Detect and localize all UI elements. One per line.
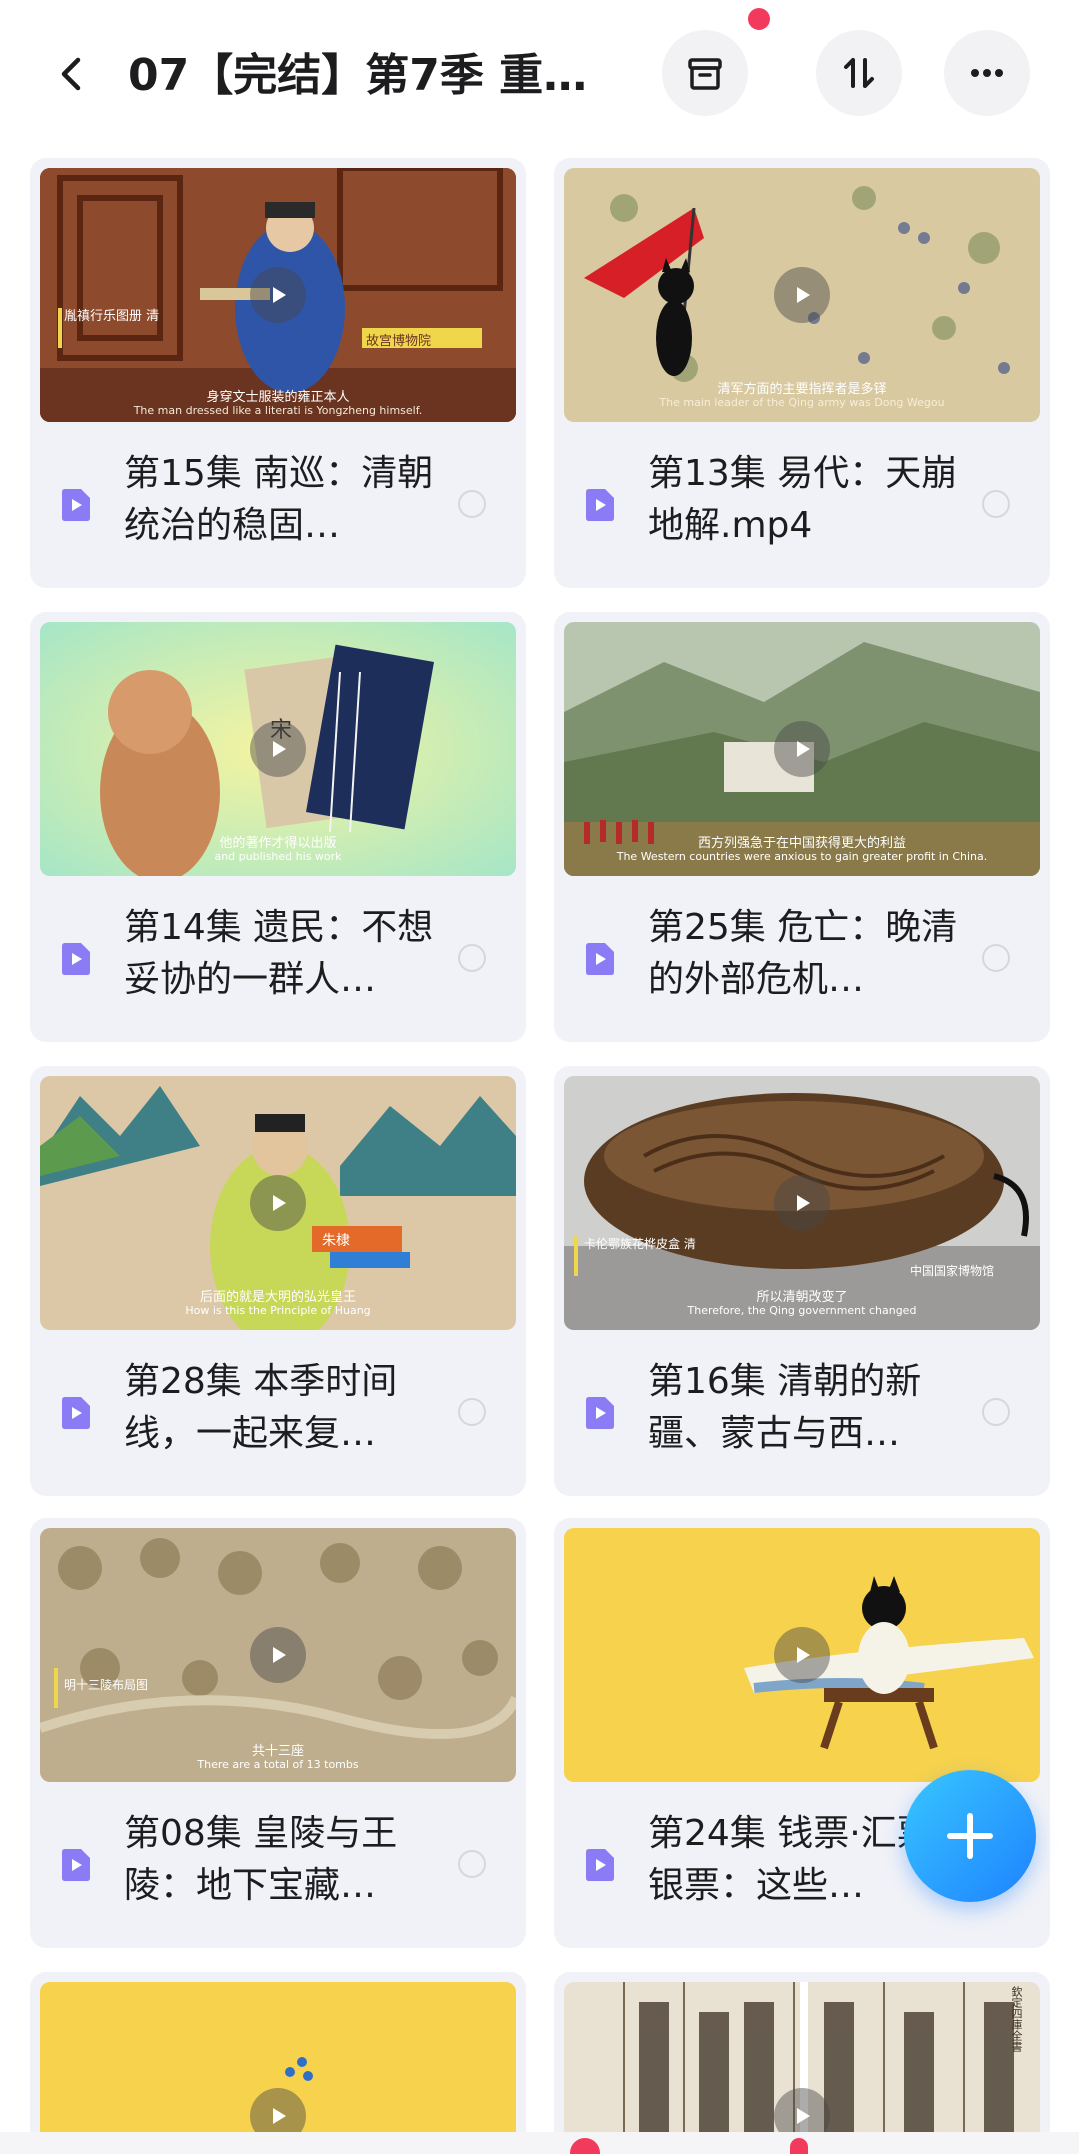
video-title: 第25集 危亡：晚清的外部危机… [648, 907, 958, 1000]
play-button[interactable] [774, 721, 830, 777]
add-button[interactable] [904, 1770, 1036, 1902]
thumbnail-caption: 共十三座 [251, 1744, 304, 1759]
play-button[interactable] [774, 267, 830, 323]
thumbnail-tag: 故宫博物院 [366, 334, 432, 349]
bottom-nav-edge [0, 2132, 1079, 2154]
video-card[interactable]: 宋 他的著作才得以出版 and published his work 第14集 … [30, 612, 526, 1042]
video-thumbnail[interactable]: 宋 他的著作才得以出版 and published his work [40, 622, 516, 876]
thumbnail-caption-en: The man dressed like a literati is Yongz… [133, 404, 423, 417]
video-card[interactable]: 清军方面的主要指挥者是多铎 The main leader of the Qin… [554, 158, 1050, 588]
play-icon [797, 1195, 810, 1211]
video-thumbnail[interactable]: 胤禛行乐图册 清 故宫博物院 身穿文士服装的雍正本人 The man dress… [40, 168, 516, 422]
video-card[interactable]: 胤禛行乐图册 清 故宫博物院 身穿文士服装的雍正本人 The man dress… [30, 158, 526, 588]
thumbnail-caption: 他的著作才得以出版 [219, 836, 337, 851]
video-card[interactable]: 朱棣 后面的就是大明的弘光皇王 How is this the Principl… [30, 1066, 526, 1496]
video-card[interactable]: 西方列强急于在中国获得更大的利益 The Western countries w… [554, 612, 1050, 1042]
thumbnail-side-text: 欽定四庫全書 [1010, 1986, 1023, 2052]
play-icon [273, 287, 286, 303]
play-icon [273, 1647, 286, 1663]
play-icon [797, 741, 810, 757]
play-button[interactable] [774, 1175, 830, 1231]
video-title: 第16集 清朝的新疆、蒙古与西… [648, 1361, 922, 1454]
select-radio[interactable] [982, 490, 1010, 518]
video-title: 第13集 易代：天崩地解.mp4 [648, 453, 958, 546]
thumbnail-caption-en: The main leader of the Qing army was Don… [659, 396, 945, 409]
video-card[interactable] [30, 1972, 526, 2154]
select-radio[interactable] [458, 944, 486, 972]
thumbnail-caption-en: and published his work [214, 850, 342, 863]
play-icon [273, 1195, 286, 1211]
select-radio[interactable] [458, 1850, 486, 1878]
video-file-icon [62, 489, 90, 521]
video-thumbnail[interactable] [564, 1528, 1040, 1782]
video-title: 第15集 南巡：清朝统治的稳固… [124, 453, 434, 546]
video-thumbnail[interactable]: 西方列强急于在中国获得更大的利益 The Western countries w… [564, 622, 1040, 876]
thumbnail-tag: 中国国家博物馆 [910, 1264, 995, 1278]
video-thumbnail[interactable]: 卡伦鄂族花桦皮盒 清 中国国家博物馆 所以清朝改变了 Therefore, th… [564, 1076, 1040, 1330]
video-file-icon [586, 943, 614, 975]
thumbnail-caption: 清军方面的主要指挥者是多铎 [717, 382, 887, 397]
video-thumbnail[interactable]: 朱棣 后面的就是大明的弘光皇王 How is this the Principl… [40, 1076, 516, 1330]
bottom-nav-indicator [790, 2138, 808, 2154]
select-radio[interactable] [458, 1398, 486, 1426]
video-file-icon [586, 1397, 614, 1429]
thumbnail-caption: 后面的就是大明的弘光皇王 [199, 1290, 356, 1305]
plus-icon [947, 1813, 993, 1859]
play-button[interactable] [250, 1627, 306, 1683]
thumbnail-caption-en: How is this the Principle of Huang [185, 1304, 371, 1317]
video-title: 第28集 本季时间线，一起来复… [124, 1361, 398, 1454]
thumbnail-caption-en: There are a total of 13 tombs [197, 1758, 359, 1771]
thumbnail-tag: 朱棣 [322, 1233, 350, 1249]
thumbnail-caption-en: The Western countries were anxious to ga… [616, 850, 988, 863]
video-thumbnail[interactable] [40, 1982, 516, 2154]
video-thumbnail[interactable]: 欽定四庫全書 [564, 1982, 1040, 2154]
video-card[interactable]: 卡伦鄂族花桦皮盒 清 中国国家博物馆 所以清朝改变了 Therefore, th… [554, 1066, 1050, 1496]
video-card[interactable]: 欽定四庫全書 [554, 1972, 1050, 2154]
play-button[interactable] [250, 1175, 306, 1231]
play-button[interactable] [250, 721, 306, 777]
thumbnail-side-text: 卡伦鄂族花桦皮盒 清 [584, 1237, 696, 1251]
video-card[interactable]: 明十三陵布局图 共十三座 There are a total of 13 tom… [30, 1518, 526, 1948]
video-title: 第14集 遗民：不想妥协的一群人… [124, 907, 434, 1000]
video-file-icon [586, 489, 614, 521]
play-button[interactable] [250, 267, 306, 323]
video-thumbnail[interactable]: 清军方面的主要指挥者是多铎 The main leader of the Qin… [564, 168, 1040, 422]
select-radio[interactable] [982, 944, 1010, 972]
thumbnail-side-text: 明十三陵布局图 [64, 1678, 149, 1692]
video-thumbnail[interactable]: 明十三陵布局图 共十三座 There are a total of 13 tom… [40, 1528, 516, 1782]
play-icon [797, 1647, 810, 1663]
play-icon [273, 741, 286, 757]
video-title: 第08集 皇陵与王陵：地下宝藏… [124, 1813, 398, 1906]
video-file-icon [62, 1849, 90, 1881]
thumbnail-caption: 身穿文士服装的雍正本人 [206, 390, 350, 405]
play-button[interactable] [774, 1627, 830, 1683]
thumbnail-caption: 所以清朝改变了 [756, 1290, 848, 1305]
select-radio[interactable] [458, 490, 486, 518]
thumbnail-side-text: 胤禛行乐图册 清 [64, 309, 160, 324]
play-icon [797, 2108, 810, 2124]
video-file-icon [586, 1849, 614, 1881]
select-radio[interactable] [982, 1398, 1010, 1426]
play-icon [797, 287, 810, 303]
play-icon [273, 2108, 286, 2124]
thumbnail-caption-en: Therefore, the Qing government changed [687, 1304, 917, 1317]
video-file-icon [62, 1397, 90, 1429]
thumbnail-caption: 西方列强急于在中国获得更大的利益 [697, 836, 906, 851]
video-file-icon [62, 943, 90, 975]
